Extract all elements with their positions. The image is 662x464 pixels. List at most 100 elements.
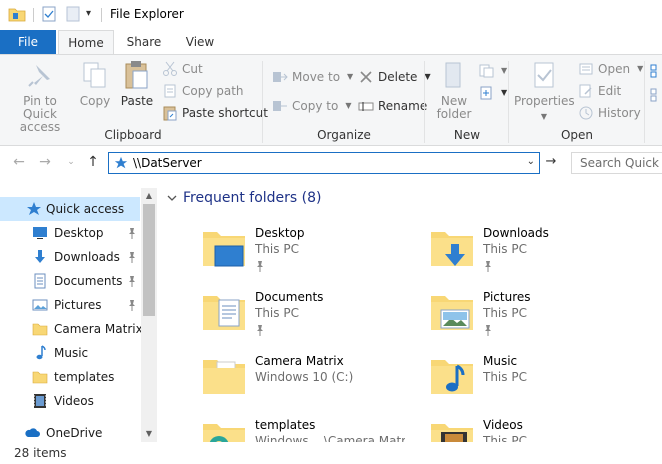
folder-tile-documents[interactable]: Documents This PC (201, 288, 431, 348)
open-group-label: Open (560, 128, 594, 142)
ribbon-separator (644, 61, 645, 143)
nav-scrollbar[interactable]: ▲ ▼ (141, 188, 157, 442)
folder-icon (32, 371, 48, 384)
arrow-up-icon: ↑ (87, 154, 99, 170)
tab-view[interactable]: View (176, 30, 224, 54)
pin-icon[interactable] (127, 275, 137, 287)
navigation-pane: Quick access Desktop Downloads Documents… (0, 188, 157, 442)
select-all-icon (650, 63, 662, 79)
nav-item-label: Downloads (54, 250, 120, 264)
tab-file[interactable]: File (0, 30, 56, 54)
folder-tile-camera-matrix[interactable]: Camera Matrix Windows 10 (C:) (201, 352, 431, 412)
copy-icon (83, 62, 106, 88)
nav-item-downloads[interactable]: Downloads (0, 245, 140, 269)
folder-name: templates (255, 418, 316, 432)
nav-item-videos[interactable]: Videos (0, 389, 140, 413)
properties-icon[interactable] (42, 6, 56, 22)
chevron-down-icon: ▼ (540, 112, 548, 121)
desktop-folder-icon (203, 232, 245, 267)
rename-button[interactable]: Rename (358, 96, 427, 116)
cut-button[interactable]: Cut (162, 59, 203, 79)
nav-item-onedrive[interactable]: OneDrive (0, 421, 140, 442)
new-folder-button[interactable]: New folder (432, 59, 476, 121)
section-title: Frequent folders (8) (183, 190, 322, 206)
paste-button[interactable]: Paste (119, 59, 155, 108)
customize-quick-access-icon[interactable]: ▾ (86, 8, 91, 19)
copy-path-button[interactable]: Copy path (162, 81, 244, 101)
paste-shortcut-label: Paste shortcut (182, 106, 268, 120)
music-icon (36, 345, 46, 360)
ribbon: Pin to Quick access Copy Paste Cut Copy … (0, 54, 662, 146)
rename-label: Rename (378, 99, 428, 113)
paste-label: Paste (120, 94, 154, 108)
scrollbar-thumb[interactable] (143, 204, 155, 316)
templates-folder-icon (203, 424, 245, 442)
properties-button[interactable]: Properties ▼ (514, 59, 575, 123)
nav-item-documents[interactable]: Documents (0, 269, 140, 293)
pin-icon[interactable] (127, 251, 137, 263)
paste-shortcut-button[interactable]: Paste shortcut (162, 103, 268, 123)
copy-to-label: Copy to (292, 99, 339, 113)
pin-icon (28, 65, 50, 87)
folder-tile-music[interactable]: Music This PC (429, 352, 659, 412)
search-input[interactable]: Search Quick access (571, 152, 662, 174)
up-button[interactable]: ↑ (84, 154, 102, 170)
chevron-down-icon: ▼ (345, 101, 352, 110)
folder-tile-videos[interactable]: Videos This PC (429, 416, 659, 442)
arrow-left-icon: ← (13, 154, 25, 170)
rename-icon (358, 98, 374, 114)
frequent-folders-header[interactable]: Frequent folders (8) (167, 190, 322, 206)
address-row: ← → ⌄ ↑ \\DatServer ⌄ → Search Quick acc… (0, 146, 662, 180)
downloads-icon (35, 250, 45, 263)
select-all-button[interactable] (650, 61, 662, 81)
forward-button[interactable]: → (36, 154, 54, 170)
folder-icon (32, 323, 48, 336)
folder-tile-templates[interactable]: templates Windows ...\Camera Matrix (201, 416, 431, 442)
pin-icon[interactable] (127, 227, 137, 239)
pin-icon[interactable] (127, 299, 137, 311)
chevron-down-icon[interactable]: ▼ (141, 426, 157, 442)
copy-button[interactable]: Copy (78, 59, 112, 108)
move-to-label: Move to (292, 70, 341, 84)
music-folder-icon (431, 360, 473, 394)
easy-access-button[interactable]: ▼ (478, 83, 507, 103)
copy-to-button[interactable]: Copy to ▼ (272, 96, 351, 116)
address-bar[interactable]: \\DatServer ⌄ (108, 152, 540, 174)
copy-path-label: Copy path (182, 84, 244, 98)
delete-button[interactable]: Delete ▼ (358, 67, 431, 87)
back-button[interactable]: ← (10, 154, 28, 170)
chevron-down-icon[interactable]: ⌄ (527, 156, 535, 167)
nav-item-label: Music (54, 346, 89, 360)
nav-item-music[interactable]: Music (0, 341, 140, 365)
tab-home[interactable]: Home (58, 30, 114, 55)
documents-icon (34, 273, 46, 289)
pin-to-quick-access-button[interactable]: Pin to Quick access (6, 59, 74, 134)
move-to-button[interactable]: Move to ▼ (272, 67, 353, 87)
ribbon-separator (508, 61, 509, 143)
copy-to-icon (272, 98, 288, 114)
go-button[interactable]: → (542, 154, 560, 172)
folder-name: Pictures (483, 290, 531, 304)
tab-share[interactable]: Share (118, 30, 170, 54)
nav-item-templates[interactable]: templates (0, 365, 140, 389)
chevron-up-icon[interactable]: ▲ (141, 188, 157, 204)
pictures-icon (32, 299, 48, 311)
nav-item-quick-access[interactable]: Quick access (0, 197, 140, 221)
nav-item-desktop[interactable]: Desktop (0, 221, 140, 245)
folder-tile-desktop[interactable]: Desktop This PC (201, 224, 431, 284)
folder-icon[interactable] (8, 6, 26, 22)
history-label: History (598, 106, 641, 120)
select-none-button[interactable] (650, 85, 662, 105)
new-item-button[interactable]: ▼ (478, 61, 507, 81)
folder-tile-pictures[interactable]: Pictures This PC (429, 288, 659, 348)
new-folder-icon[interactable] (66, 6, 80, 22)
nav-item-camera-matrix[interactable]: Camera Matrix (0, 317, 143, 341)
edit-button[interactable]: Edit (578, 81, 621, 101)
history-button[interactable]: History (578, 103, 641, 123)
recent-locations-button[interactable]: ⌄ (62, 157, 80, 167)
folder-tile-downloads[interactable]: Downloads This PC (429, 224, 659, 284)
nav-item-pictures[interactable]: Pictures (0, 293, 140, 317)
folder-location: This PC (483, 434, 527, 442)
open-button[interactable]: Open ▼ (578, 59, 643, 79)
organize-group-label: Organize (317, 128, 371, 142)
